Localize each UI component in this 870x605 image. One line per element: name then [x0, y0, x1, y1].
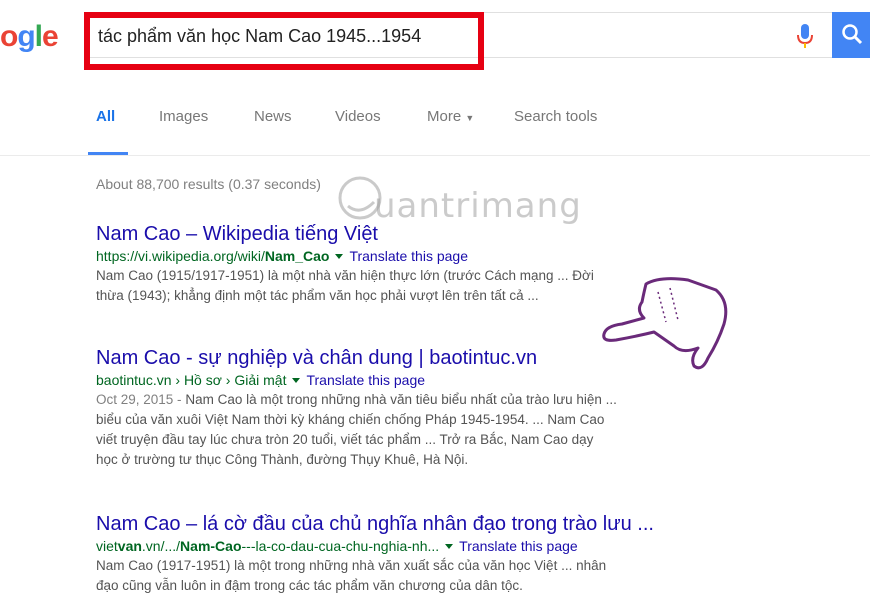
translate-link[interactable]: Translate this page	[459, 538, 578, 554]
search-icon	[842, 24, 863, 45]
result-snippet: Nam Cao (1917-1951) là một trong những n…	[96, 556, 756, 596]
tab-search-tools[interactable]: Search tools	[514, 108, 597, 125]
result-title-link[interactable]: Nam Cao – Wikipedia tiếng Việt	[96, 222, 776, 246]
search-tabs: All Images News Videos More ▼ Search too…	[0, 100, 870, 156]
result-url: vietvan.vn/.../Nam-Cao---la-co-dau-cua-c…	[96, 536, 776, 556]
caret-down-icon[interactable]	[445, 543, 454, 549]
watermark-text: uantrimang	[374, 186, 582, 226]
snippet-line: viết truyện đầu tay lúc chưa tròn 20 tuổ…	[96, 432, 594, 447]
snippet-line: Oct 29, 2015 - Nam Cao là một trong nhữn…	[96, 390, 756, 410]
search-input[interactable]: tác phẩm văn học Nam Cao 1945...1954	[98, 26, 421, 47]
result-url-text: baotintuc.vn › Hồ sơ › Giải mật	[96, 372, 287, 388]
snippet-line: biểu của văn xuôi Việt Nam thời kỳ kháng…	[96, 412, 605, 427]
tab-more-label: More	[427, 108, 462, 125]
divider	[0, 155, 870, 156]
caret-down-icon[interactable]	[292, 377, 301, 383]
header: ogle tác phẩm văn học Nam Cao 1945...195…	[0, 0, 870, 90]
tab-more[interactable]: More ▼	[427, 108, 474, 125]
result-url-bold: Nam_Cao	[264, 248, 330, 264]
result-url-bold: Nam-Cao	[180, 538, 242, 554]
result-date: Oct 29, 2015 -	[96, 392, 182, 407]
tab-videos[interactable]: Videos	[335, 108, 381, 125]
result-stats: About 88,700 results (0.37 seconds)	[96, 176, 321, 192]
pointing-hand-icon	[602, 277, 728, 370]
mic-icon[interactable]	[796, 22, 814, 50]
result-url-text: .vn/.../	[141, 538, 181, 554]
tab-news[interactable]: News	[254, 108, 292, 125]
result-title-link[interactable]: Nam Cao – lá cờ đầu của chủ nghĩa nhân đ…	[96, 512, 776, 536]
result-url-text: https://vi.wikipedia.org/wiki/	[96, 248, 265, 264]
search-result: Nam Cao – lá cờ đầu của chủ nghĩa nhân đ…	[96, 512, 776, 596]
translate-link[interactable]: Translate this page	[349, 248, 468, 264]
result-url-bold: van	[117, 538, 142, 554]
result-url-text: viet	[96, 538, 118, 554]
snippet-text: Nam Cao là một trong những nhà văn tiêu …	[185, 392, 617, 407]
dropdown-arrow-icon: ▼	[465, 113, 475, 123]
result-url-text: ---la-co-dau-cua-chu-nghia-nh...	[241, 538, 440, 554]
google-logo[interactable]: ogle	[0, 20, 59, 54]
caret-down-icon[interactable]	[335, 253, 344, 259]
tab-images[interactable]: Images	[159, 108, 208, 125]
result-snippet: Oct 29, 2015 - Nam Cao là một trong nhữn…	[96, 390, 756, 470]
search-button[interactable]	[832, 12, 870, 58]
tab-all[interactable]: All	[96, 108, 115, 125]
snippet-line: đạo cũng vẫn luôn in đậm trong các tác p…	[96, 578, 523, 593]
translate-link[interactable]: Translate this page	[306, 372, 425, 388]
snippet-line: Nam Cao (1917-1951) là một trong những n…	[96, 558, 607, 573]
snippet-line: học ở trường tư thục Công Thành, đường T…	[96, 452, 469, 467]
